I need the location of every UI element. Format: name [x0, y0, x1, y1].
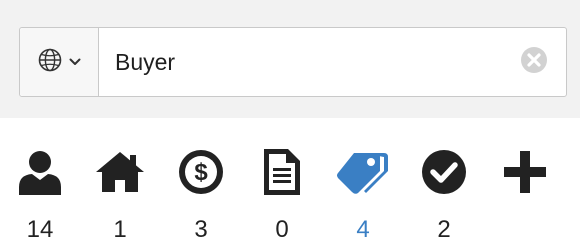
stat-count: 0: [275, 216, 289, 243]
scope-dropdown-button[interactable]: [20, 28, 99, 96]
stat-deals[interactable]: $ 3: [166, 140, 236, 242]
stat-count: 4: [356, 216, 370, 243]
search-input[interactable]: [99, 28, 502, 96]
globe-icon: [37, 47, 63, 78]
stat-tags[interactable]: 4: [328, 140, 398, 242]
stat-count: 3: [194, 216, 208, 243]
stat-count: 1: [113, 216, 127, 243]
stat-contacts[interactable]: 14: [5, 140, 75, 242]
stat-tasks[interactable]: 2: [409, 140, 479, 242]
plus-icon: [495, 140, 555, 204]
clear-search-button[interactable]: [502, 28, 566, 96]
user-icon: [10, 140, 70, 203]
stat-documents[interactable]: 0: [247, 140, 317, 242]
tags-icon: [333, 140, 393, 203]
search-box: [19, 27, 567, 97]
home-icon: [90, 140, 150, 203]
check-circle-icon: [414, 140, 474, 203]
chevron-down-icon: [69, 53, 81, 71]
stat-properties[interactable]: 1: [85, 140, 155, 242]
clear-circle-icon: [519, 45, 549, 80]
stat-count: 2: [437, 216, 451, 243]
dollar-circle-icon: $: [171, 140, 231, 203]
search-panel: [0, 0, 580, 118]
document-icon: [252, 140, 312, 203]
stats-row: 14 1 $ 3 0 4 2: [0, 140, 580, 242]
add-button[interactable]: [490, 140, 560, 242]
svg-text:$: $: [194, 159, 208, 186]
stat-count: 14: [26, 216, 54, 243]
